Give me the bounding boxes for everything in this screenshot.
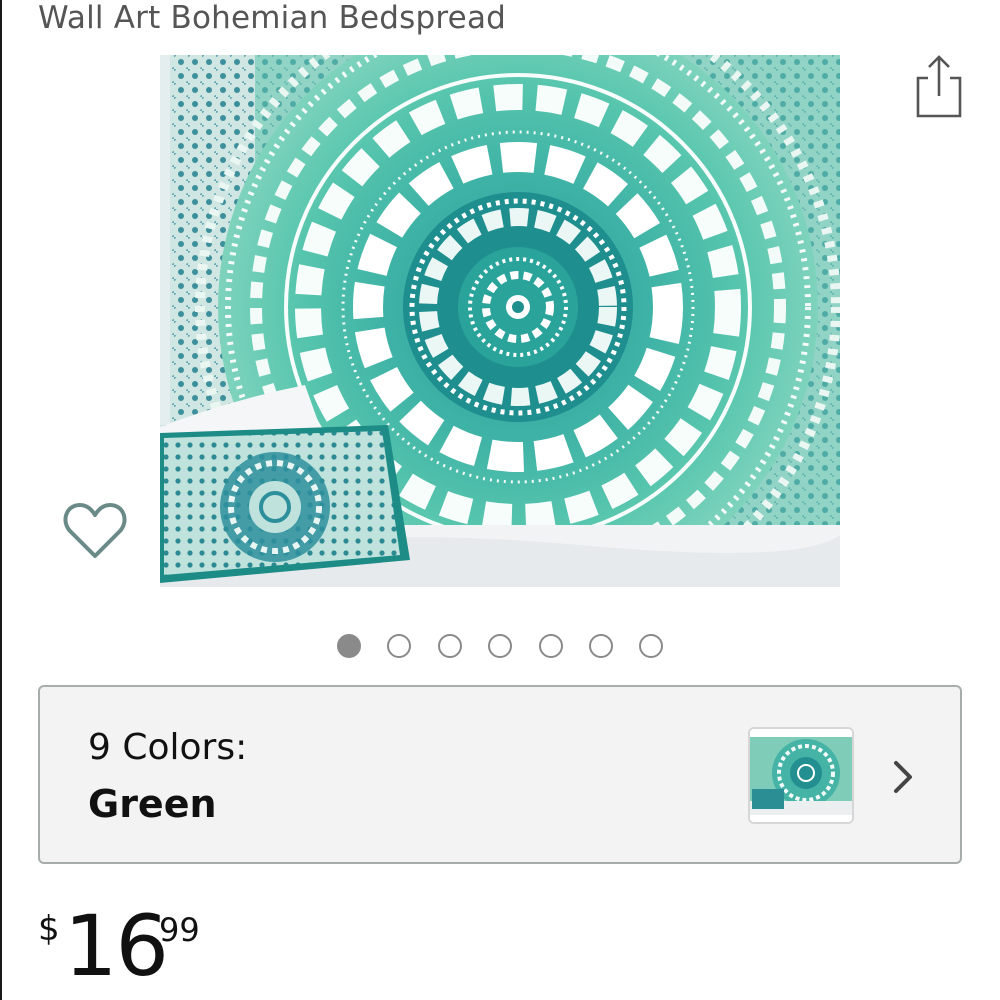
price-fraction: 99: [159, 911, 200, 949]
carousel-dot-6[interactable]: [589, 634, 613, 658]
color-swatch-thumbnail[interactable]: [748, 727, 854, 824]
carousel-dot-2[interactable]: [387, 634, 411, 658]
carousel-dot-1[interactable]: [337, 634, 361, 658]
product-title: Wall Art Bohemian Bedspread: [38, 0, 507, 36]
price-whole: 16: [64, 897, 169, 995]
product-image[interactable]: [160, 55, 840, 587]
share-icon: [916, 55, 962, 118]
carousel-dot-3[interactable]: [438, 634, 462, 658]
heart-icon: [63, 503, 127, 558]
chevron-right-icon: [894, 761, 912, 793]
image-carousel-indicator: [0, 632, 1000, 660]
selected-color-name: Green: [88, 782, 217, 826]
share-button[interactable]: [910, 52, 968, 120]
carousel-dot-5[interactable]: [539, 634, 563, 658]
left-edge-line: [0, 0, 2, 1000]
wishlist-button[interactable]: [62, 500, 128, 562]
carousel-dot-4[interactable]: [488, 634, 512, 658]
color-selector[interactable]: 9 Colors: Green: [38, 685, 962, 864]
price-currency: $: [38, 909, 60, 949]
product-price: $ 16 99: [38, 897, 338, 995]
color-count-label: 9 Colors:: [88, 727, 248, 768]
carousel-dot-7[interactable]: [639, 634, 663, 658]
